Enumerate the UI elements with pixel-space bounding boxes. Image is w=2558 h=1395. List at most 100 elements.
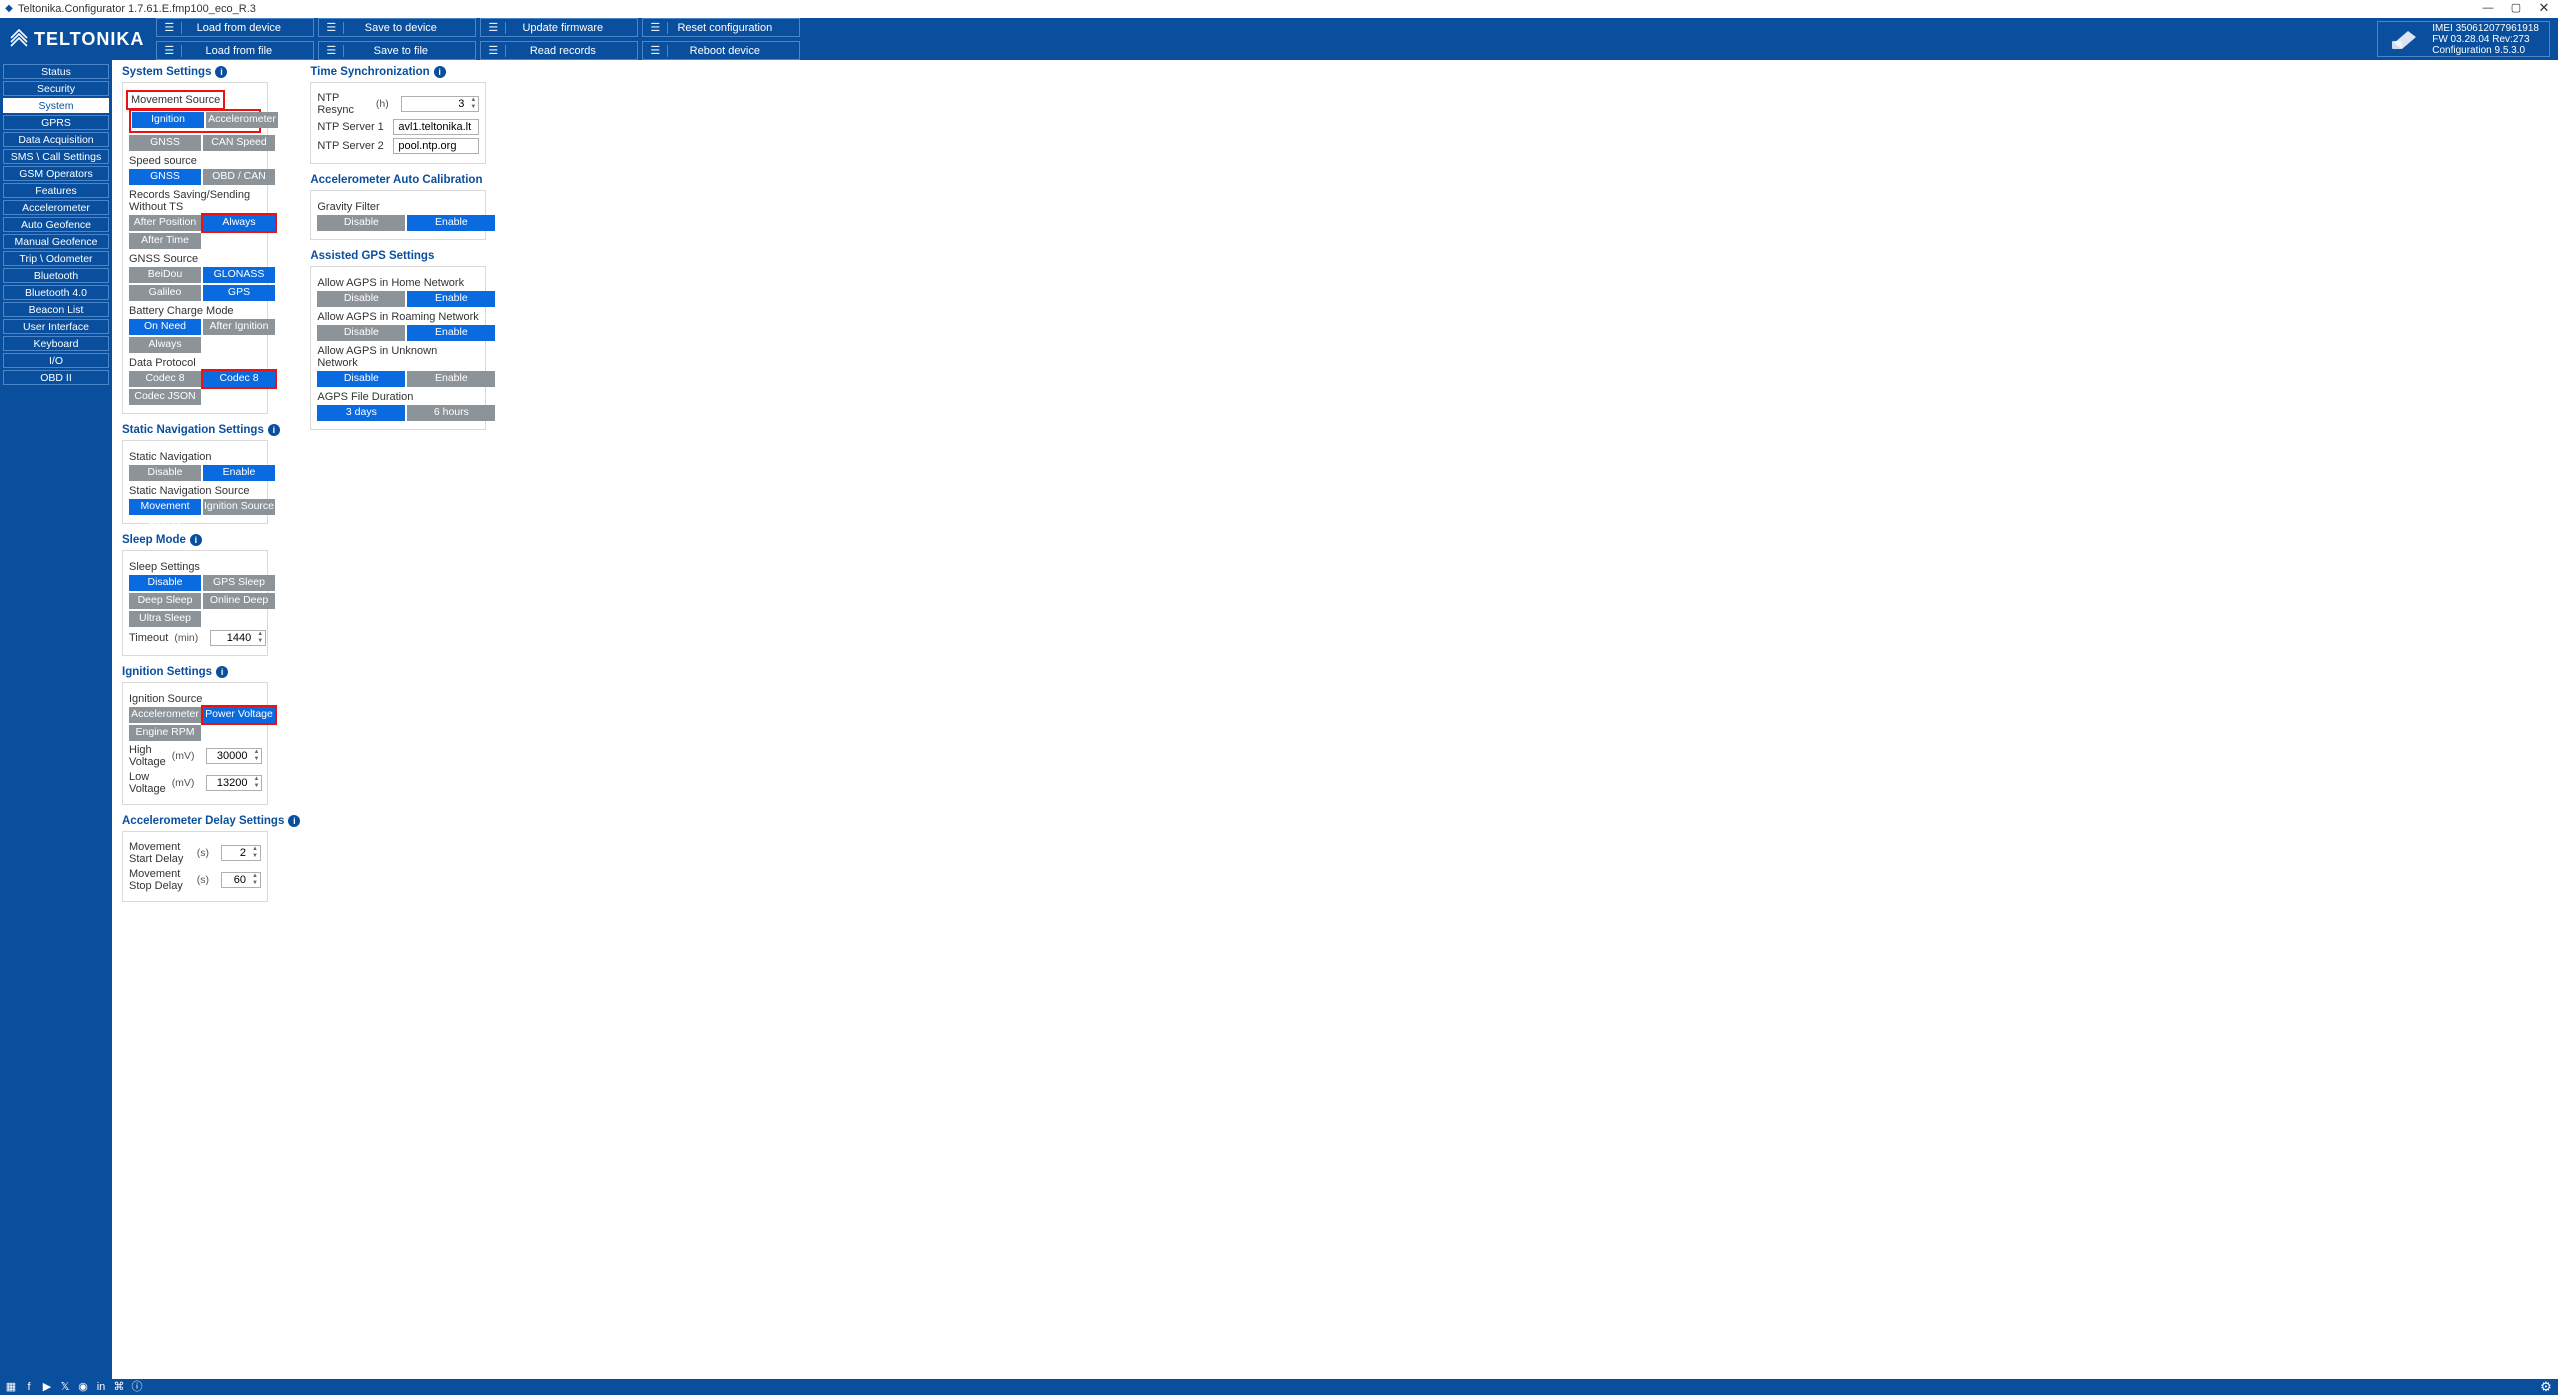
opt-speed-obd[interactable]: OBD / CAN: [203, 169, 275, 185]
sidebar-item-gprs[interactable]: GPRS: [3, 115, 109, 130]
opt-after-ign[interactable]: After Ignition ON: [203, 319, 275, 335]
opt-beidou[interactable]: BeiDou: [129, 267, 201, 283]
opt-ultra-sleep[interactable]: Ultra Sleep: [129, 611, 201, 627]
sidebar-item-keyboard[interactable]: Keyboard: [3, 336, 109, 351]
maximize-button[interactable]: ▢: [2502, 0, 2530, 18]
opt-codec-json[interactable]: Codec JSON: [129, 389, 201, 405]
opt-agps-3d[interactable]: 3 days: [317, 405, 405, 421]
toolbar-load-from-file[interactable]: ☰Load from file: [156, 41, 314, 60]
opt-ignition[interactable]: Ignition: [132, 112, 204, 128]
sidebar-item-i-o[interactable]: I/O: [3, 353, 109, 368]
opt-on-need[interactable]: On Need: [129, 319, 201, 335]
opt-agps-roam-dis[interactable]: Disable: [317, 325, 405, 341]
sidebar-item-manual-geofence[interactable]: Manual Geofence: [3, 234, 109, 249]
toolbar-read-records[interactable]: ☰Read records: [480, 41, 638, 60]
opt-speed-gnss[interactable]: GNSS: [129, 169, 201, 185]
close-button[interactable]: ✕: [2530, 0, 2558, 18]
info-icon[interactable]: i: [216, 666, 228, 678]
rss-icon[interactable]: ⌘: [112, 1380, 126, 1394]
panel-static-nav: Static Navigation Settingsi Static Navig…: [122, 424, 300, 524]
resync-unit: (h): [376, 98, 390, 110]
info-icon[interactable]: i: [190, 534, 202, 546]
opt-ign-accel[interactable]: Accelerometer: [129, 707, 201, 723]
opt-agps-unk-en[interactable]: Enable: [407, 371, 495, 387]
toolbar-reset-configuration[interactable]: ☰Reset configuration: [642, 18, 800, 37]
minimize-button[interactable]: —: [2474, 0, 2502, 18]
opt-gps-sleep[interactable]: GPS Sleep: [203, 575, 275, 591]
opt-glonass[interactable]: GLONASS: [203, 267, 275, 283]
opt-sn-ign[interactable]: Ignition Source: [203, 499, 275, 515]
opt-agps-unk-dis[interactable]: Disable: [317, 371, 405, 387]
opt-can-speed[interactable]: CAN Speed: [203, 135, 275, 151]
sidebar-item-gsm-operators[interactable]: GSM Operators: [3, 166, 109, 181]
opt-agps-6h[interactable]: 6 hours: [407, 405, 495, 421]
info-icon[interactable]: i: [288, 815, 300, 827]
opt-gf-enable[interactable]: Enable: [407, 215, 495, 231]
opt-gnss[interactable]: GNSS: [129, 135, 201, 151]
sidebar-item-system[interactable]: System: [3, 98, 109, 113]
timeout-unit: (min): [174, 632, 198, 644]
twitter-icon[interactable]: 𝕏: [58, 1380, 72, 1394]
opt-agps-home-en[interactable]: Enable: [407, 291, 495, 307]
linkedin-icon[interactable]: in: [94, 1380, 108, 1394]
sidebar-item-features[interactable]: Features: [3, 183, 109, 198]
main: Status Security System GPRS Data Acquisition…: [0, 60, 2558, 1379]
opt-galileo[interactable]: Galileo: [129, 285, 201, 301]
sidebar-item-accelerometer-features[interactable]: Accelerometer Features: [3, 200, 109, 215]
sidebar-item-bluetooth[interactable]: Bluetooth: [3, 268, 109, 283]
social-grid-icon[interactable]: ▦: [4, 1380, 18, 1394]
toolbar-reboot-device[interactable]: ☰Reboot device: [642, 41, 800, 60]
ntp1-input[interactable]: [393, 119, 479, 135]
opt-gps[interactable]: GPS: [203, 285, 275, 301]
window-titlebar: ◆ Teltonika.Configurator 1.7.61.E.fmp100…: [0, 0, 2558, 18]
opt-codec8[interactable]: Codec 8: [129, 371, 201, 387]
opt-codec8-ext[interactable]: Codec 8 Extended: [203, 371, 275, 387]
agps-unk-label: Allow AGPS in Unknown Network: [317, 345, 479, 369]
info-icon[interactable]: i: [268, 424, 280, 436]
sidebar-item-status[interactable]: Status: [3, 64, 109, 79]
sidebar-item-data-acquisition[interactable]: Data Acquisition: [3, 132, 109, 147]
opt-batt-always[interactable]: Always: [129, 337, 201, 353]
window-controls: — ▢ ✕: [2474, 0, 2558, 18]
sidebar-item-trip-odometer[interactable]: Trip \ Odometer: [3, 251, 109, 266]
opt-sn-disable[interactable]: Disable: [129, 465, 201, 481]
save-device-icon: ☰: [319, 21, 343, 34]
opt-sleep-disable[interactable]: Disable: [129, 575, 201, 591]
sidebar-item-sms-call-settings[interactable]: SMS \ Call Settings: [3, 149, 109, 164]
sidebar-item-obd-ii[interactable]: OBD II: [3, 370, 109, 385]
instagram-icon[interactable]: ◉: [76, 1380, 90, 1394]
facebook-icon[interactable]: f: [22, 1380, 36, 1394]
opt-sn-move[interactable]: Movement Source: [129, 499, 201, 515]
toolbar-save-to-device[interactable]: ☰Save to device: [318, 18, 476, 37]
toolbar-update-firmware[interactable]: ☰Update firmware: [480, 18, 638, 37]
update-fw-icon: ☰: [481, 21, 505, 34]
info-icon[interactable]: i: [434, 66, 446, 78]
sidebar-item-auto-geofence[interactable]: Auto Geofence: [3, 217, 109, 232]
opt-after-pos[interactable]: After Position Fix: [129, 215, 201, 231]
youtube-icon[interactable]: ▶: [40, 1380, 54, 1394]
opt-sn-enable[interactable]: Enable: [203, 465, 275, 481]
opt-accelerometer[interactable]: Accelerometer: [206, 112, 278, 128]
at-icon[interactable]: ⓘ: [130, 1380, 144, 1394]
opt-gf-disable[interactable]: Disable: [317, 215, 405, 231]
opt-ign-rpm[interactable]: Engine RPM: [129, 725, 201, 741]
opt-always[interactable]: Always: [203, 215, 275, 231]
ntp2-input[interactable]: [393, 138, 479, 154]
sidebar-item-security[interactable]: Security: [3, 81, 109, 96]
logo: TELTONIKA: [8, 28, 144, 50]
data-protocol-label: Data Protocol: [129, 357, 261, 369]
sidebar-item-bluetooth-4-0[interactable]: Bluetooth 4.0: [3, 285, 109, 300]
toolbar-save-to-file[interactable]: ☰Save to file: [318, 41, 476, 60]
opt-deep-sleep[interactable]: Deep Sleep: [129, 593, 201, 609]
info-icon[interactable]: i: [215, 66, 227, 78]
settings-gear-icon[interactable]: ⚙: [2538, 1379, 2554, 1395]
sidebar-item-user-interface[interactable]: User Interface: [3, 319, 109, 334]
opt-agps-roam-en[interactable]: Enable: [407, 325, 495, 341]
sidebar-item-beacon-list[interactable]: Beacon List: [3, 302, 109, 317]
opt-online-deep[interactable]: Online Deep Sleep: [203, 593, 275, 609]
opt-after-time-sync[interactable]: After Time Sync: [129, 233, 201, 249]
toolbar-load-from-device[interactable]: ☰Load from device: [156, 18, 314, 37]
content: System Settingsi Movement Source Ignitio…: [112, 60, 2558, 1379]
opt-ign-power[interactable]: Power Voltage: [203, 707, 275, 723]
opt-agps-home-dis[interactable]: Disable: [317, 291, 405, 307]
